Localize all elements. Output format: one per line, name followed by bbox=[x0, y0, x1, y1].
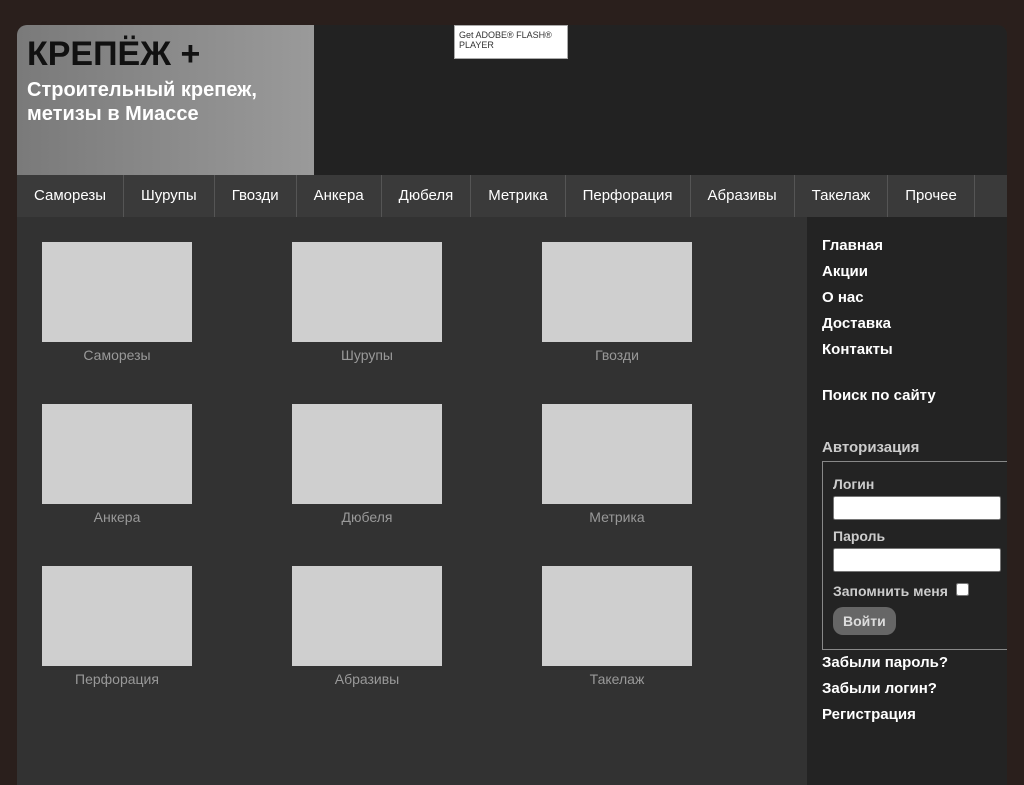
page: КРЕПЁЖ + Строительный крепеж, метизы в Ми… bbox=[17, 25, 1007, 785]
tile-caption: Анкера bbox=[93, 509, 141, 525]
tile-caption: Дюбеля bbox=[341, 509, 393, 525]
flash-label: Get ADOBE® FLASH® PLAYER bbox=[459, 30, 552, 50]
login-input[interactable] bbox=[833, 496, 1001, 520]
remember-checkbox[interactable] bbox=[955, 583, 969, 596]
tile-caption: Шурупы bbox=[341, 347, 393, 363]
tile-image bbox=[42, 566, 192, 666]
tile-caption: Метрика bbox=[589, 509, 645, 525]
tile-caption: Такелаж bbox=[589, 671, 645, 687]
tile[interactable]: Такелаж bbox=[542, 566, 692, 687]
tile-caption: Перфорация bbox=[75, 671, 159, 687]
tile[interactable]: Абразивы bbox=[292, 566, 442, 687]
nav-item[interactable]: Анкера bbox=[297, 175, 382, 217]
nav-item[interactable]: Метрика bbox=[471, 175, 566, 217]
get-flash-button[interactable]: Get ADOBE® FLASH® PLAYER bbox=[454, 25, 568, 59]
tile-caption: Абразивы bbox=[334, 671, 400, 687]
search-heading: Поиск по сайту bbox=[822, 387, 936, 404]
sidebar: Главная Акции О нас Доставка Контакты Поиск … bbox=[807, 217, 1007, 785]
nav-item[interactable]: Дюбеля bbox=[382, 175, 472, 217]
site-subtitle: Строительный крепеж, метизы в Миассе bbox=[27, 78, 314, 126]
login-button[interactable]: Войти bbox=[833, 607, 896, 635]
tile[interactable]: Гвозди bbox=[542, 242, 692, 363]
sidebar-link[interactable]: Главная bbox=[822, 233, 1007, 259]
main-nav: Саморезы Шурупы Гвозди Анкера Дюбеля Метрика П… bbox=[17, 175, 1007, 217]
login-form: Логин Пароль Запомнить меня Войти bbox=[822, 461, 1007, 650]
sidebar-link[interactable]: О нас bbox=[822, 285, 1007, 311]
site-title: КРЕПЁЖ + bbox=[27, 35, 201, 73]
forgot-login-link[interactable]: Забыли логин? bbox=[822, 676, 1007, 702]
tile-caption: Саморезы bbox=[83, 347, 151, 363]
tile[interactable]: Дюбеля bbox=[292, 404, 442, 525]
tile[interactable]: Перфорация bbox=[42, 566, 192, 687]
nav-item[interactable]: Абразивы bbox=[691, 175, 795, 217]
sidebar-link[interactable]: Доставка bbox=[822, 311, 1007, 337]
password-input[interactable] bbox=[833, 548, 1001, 572]
nav-item[interactable]: Перфорация bbox=[566, 175, 691, 217]
tile-image bbox=[292, 242, 442, 342]
nav-item[interactable]: Шурупы bbox=[124, 175, 215, 217]
tile[interactable]: Метрика bbox=[542, 404, 692, 525]
forgot-password-link[interactable]: Забыли пароль? bbox=[822, 650, 1007, 676]
register-link[interactable]: Регистрация bbox=[822, 702, 1007, 728]
remember-label: Запомнить меня bbox=[833, 583, 948, 599]
tile-caption: Гвозди bbox=[595, 347, 639, 363]
tile-image bbox=[42, 242, 192, 342]
tile[interactable]: Анкера bbox=[42, 404, 192, 525]
tile-image bbox=[542, 242, 692, 342]
nav-item[interactable]: Саморезы bbox=[17, 175, 125, 217]
subtitle-line-1: Строительный крепеж, bbox=[27, 79, 257, 101]
tile-image bbox=[42, 404, 192, 504]
nav-item[interactable]: Такелаж bbox=[795, 175, 889, 217]
tile[interactable]: Саморезы bbox=[42, 242, 192, 363]
password-label: Пароль bbox=[833, 528, 886, 544]
login-label: Логин bbox=[833, 476, 875, 492]
tile-image bbox=[542, 566, 692, 666]
tile-image bbox=[292, 566, 442, 666]
auth-heading: Авторизация bbox=[822, 439, 920, 456]
nav-item[interactable]: Гвозди bbox=[215, 175, 297, 217]
tile-image bbox=[542, 404, 692, 504]
tile[interactable]: Шурупы bbox=[292, 242, 442, 363]
hero-image: Get ADOBE® FLASH® PLAYER bbox=[314, 25, 1007, 175]
brand-block: КРЕПЁЖ + Строительный крепеж, метизы в Ми… bbox=[17, 25, 314, 175]
tile-image bbox=[292, 404, 442, 504]
header: КРЕПЁЖ + Строительный крепеж, метизы в Ми… bbox=[17, 25, 1007, 175]
subtitle-line-2: метизы в Миассе bbox=[27, 103, 199, 125]
nav-item[interactable]: Прочее bbox=[888, 175, 975, 217]
sidebar-link[interactable]: Акции bbox=[822, 259, 1007, 285]
sidebar-link[interactable]: Контакты bbox=[822, 337, 1007, 363]
catalog: Саморезы Шурупы Гвозди Анкера Дюбеля Мет… bbox=[17, 217, 807, 785]
